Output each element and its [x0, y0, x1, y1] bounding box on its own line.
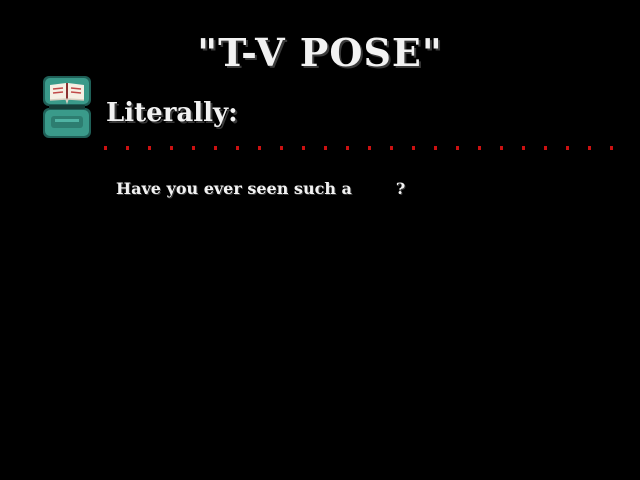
divider-dot — [104, 146, 107, 150]
divider-dot — [148, 146, 151, 150]
book-icon — [43, 76, 91, 138]
divider-dot — [368, 146, 371, 150]
divider-dot — [434, 146, 437, 150]
dialog-title: "T-V POSE" — [197, 30, 443, 75]
divider-dot — [478, 146, 481, 150]
divider-dot — [346, 146, 349, 150]
dialog-text-before: Have you ever seen such a — [116, 179, 352, 198]
dotted-divider — [104, 146, 613, 150]
divider-dot — [412, 146, 415, 150]
divider-dot — [236, 146, 239, 150]
divider-dot — [500, 146, 503, 150]
divider-dot — [324, 146, 327, 150]
divider-dot — [214, 146, 217, 150]
divider-dot — [280, 146, 283, 150]
divider-dot — [588, 146, 591, 150]
dialog-text: Have you ever seen such a? — [116, 178, 405, 200]
divider-dot — [544, 146, 547, 150]
divider-dot — [258, 146, 261, 150]
dialog-label: Literally: — [106, 98, 238, 128]
divider-dot — [126, 146, 129, 150]
divider-dot — [566, 146, 569, 150]
divider-dot — [522, 146, 525, 150]
divider-dot — [456, 146, 459, 150]
divider-dot — [390, 146, 393, 150]
game-screen: "T-V POSE" Literally: Have you ever seen… — [0, 0, 640, 480]
dialog-text-after: ? — [395, 179, 406, 198]
divider-dot — [192, 146, 195, 150]
divider-dot — [170, 146, 173, 150]
divider-dot — [610, 146, 613, 150]
divider-dot — [302, 146, 305, 150]
